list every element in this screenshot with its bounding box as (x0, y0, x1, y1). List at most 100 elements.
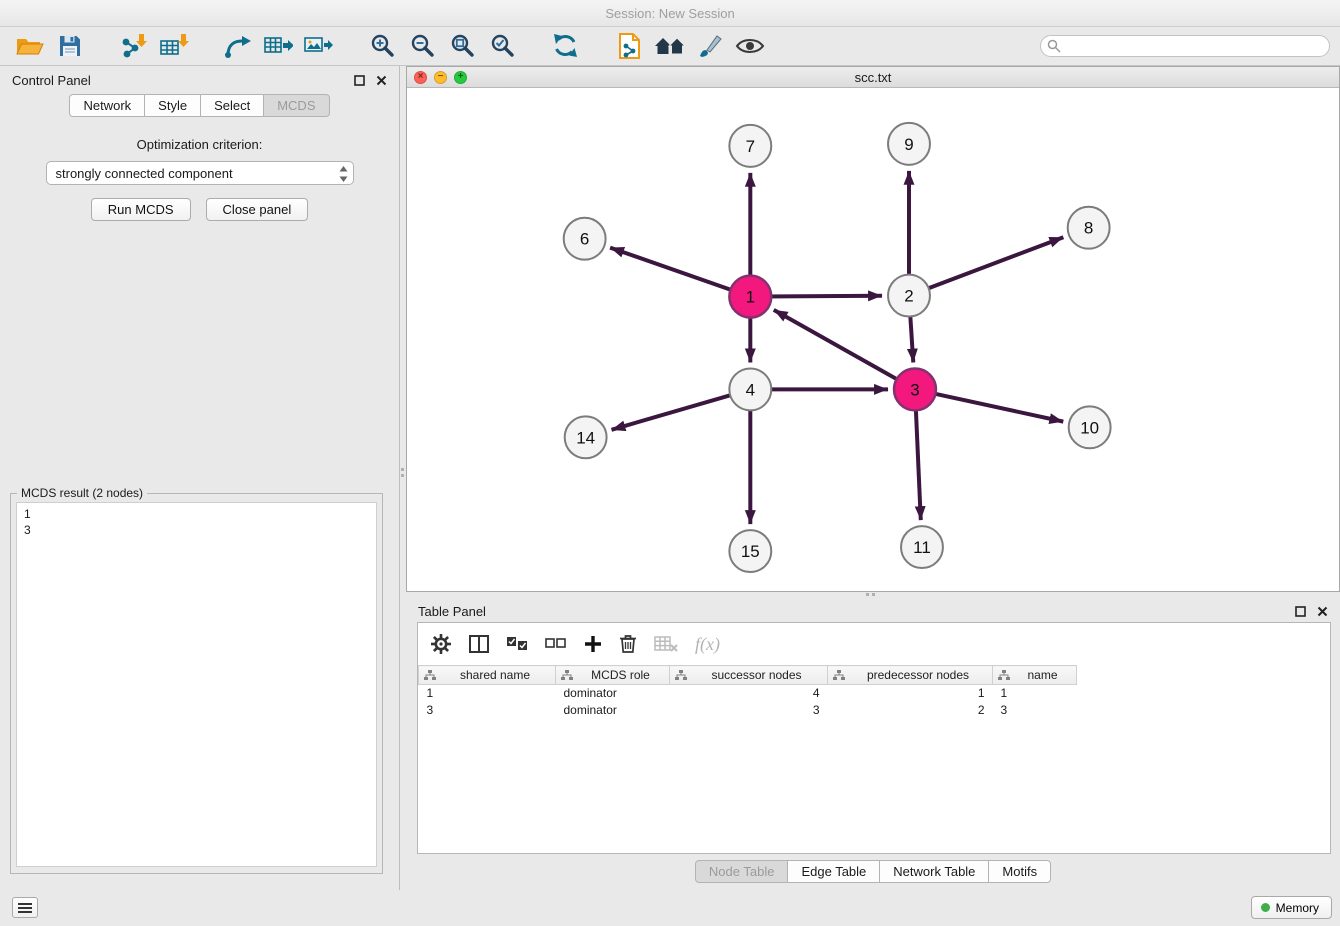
table-cell[interactable]: dominator (556, 685, 670, 702)
tab-motifs[interactable]: Motifs (988, 860, 1051, 883)
table-panel-tabs: Node TableEdge TableNetwork TableMotifs (406, 860, 1340, 883)
edge-3-10[interactable] (915, 389, 1063, 421)
tab-mcds[interactable]: MCDS (263, 94, 329, 117)
table-cell[interactable]: 3 (419, 702, 556, 719)
svg-text:10: 10 (1080, 418, 1099, 437)
show-hide-button[interactable] (730, 30, 770, 63)
run-mcds-button[interactable]: Run MCDS (91, 198, 191, 221)
table-row[interactable]: 1dominator411 (419, 685, 1077, 702)
column-header-shared-name[interactable]: shared name (419, 666, 556, 685)
deselect-all-icon (545, 636, 567, 652)
column-header-name[interactable]: name (993, 666, 1077, 685)
float-panel-icon[interactable] (354, 75, 365, 86)
home-network-button[interactable] (650, 30, 690, 63)
table-cell[interactable]: 3 (993, 702, 1077, 719)
table-cell[interactable]: 2 (828, 702, 993, 719)
edge-3-1[interactable] (774, 310, 915, 390)
criterion-dropdown[interactable]: strongly connected component (46, 161, 354, 185)
table-cell[interactable]: dominator (556, 702, 670, 719)
tab-style[interactable]: Style (144, 94, 201, 117)
table-cell[interactable]: 3 (670, 702, 828, 719)
select-all-button[interactable] (506, 636, 528, 652)
node-8[interactable]: 8 (1068, 207, 1110, 249)
control-panel-tabs: NetworkStyleSelectMCDS (0, 94, 399, 117)
minimize-window-button[interactable]: − (434, 71, 447, 84)
node-7[interactable]: 7 (729, 125, 771, 167)
column-layout-button[interactable] (469, 635, 489, 653)
close-table-panel-icon[interactable] (1317, 606, 1328, 617)
edge-1-6[interactable] (610, 248, 750, 297)
memory-button[interactable]: Memory (1251, 896, 1332, 919)
save-session-button[interactable] (50, 30, 90, 63)
export-network-button[interactable] (218, 30, 258, 63)
node-4[interactable]: 4 (729, 368, 771, 410)
tab-node-table[interactable]: Node Table (695, 860, 789, 883)
search-input[interactable] (1040, 35, 1330, 57)
deselect-all-button[interactable] (545, 636, 567, 652)
open-session-page-button[interactable] (610, 30, 650, 63)
zoom-selected-button[interactable] (482, 30, 522, 63)
delete-column-button[interactable] (619, 634, 637, 654)
table-panel-title: Table Panel (418, 604, 486, 619)
add-column-button[interactable] (584, 635, 602, 653)
node-14[interactable]: 14 (565, 416, 607, 458)
node-1[interactable]: 1 (729, 276, 771, 318)
network-canvas[interactable]: 1 2 3 4 6 7 8 9 10 11 14 15 (407, 88, 1339, 591)
table-row[interactable]: 3dominator323 (419, 702, 1077, 719)
node-table: shared nameMCDS rolesuccessor nodesprede… (418, 665, 1077, 719)
node-6[interactable]: 6 (564, 218, 606, 260)
zoom-in-button[interactable] (362, 30, 402, 63)
refresh-network-button[interactable] (546, 30, 586, 63)
float-table-panel-icon[interactable] (1295, 606, 1306, 617)
automation-panel-button[interactable] (12, 897, 38, 918)
zoom-fit-button[interactable] (442, 30, 482, 63)
tab-select[interactable]: Select (200, 94, 264, 117)
tab-network-table[interactable]: Network Table (879, 860, 989, 883)
import-network-button[interactable] (114, 30, 154, 63)
node-3[interactable]: 3 (894, 368, 936, 410)
node-11[interactable]: 11 (901, 526, 943, 568)
mcds-result-title: MCDS result (2 nodes) (17, 486, 147, 500)
open-file-button[interactable] (10, 30, 50, 63)
export-image-button[interactable] (298, 30, 338, 63)
table-settings-button[interactable] (430, 633, 452, 655)
main-toolbar (0, 27, 1340, 66)
svg-text:14: 14 (576, 428, 595, 447)
export-table-button[interactable] (258, 30, 298, 63)
tab-edge-table[interactable]: Edge Table (787, 860, 880, 883)
svg-text:15: 15 (741, 542, 760, 561)
table-panel-header: Table Panel (406, 597, 1340, 625)
column-tree-icon (561, 670, 573, 684)
import-table-button[interactable] (154, 30, 194, 63)
network-window-titlebar[interactable]: × − + scc.txt (407, 67, 1339, 88)
table-panel: Table Panel (406, 597, 1340, 890)
apply-style-button[interactable] (690, 30, 730, 63)
table-cell[interactable]: 1 (419, 685, 556, 702)
node-15[interactable]: 15 (729, 530, 771, 572)
table-cell[interactable]: 1 (993, 685, 1077, 702)
mcds-result-list[interactable]: 13 (16, 502, 377, 867)
svg-text:4: 4 (746, 380, 755, 399)
columns-icon (469, 635, 489, 653)
delete-table-button[interactable] (654, 635, 678, 653)
column-tree-icon (675, 670, 687, 684)
apply-function-button[interactable]: f(x) (695, 634, 720, 655)
node-10[interactable]: 10 (1069, 406, 1111, 448)
edge-2-8[interactable] (909, 237, 1063, 295)
tab-network[interactable]: Network (69, 94, 145, 117)
network-window-title: scc.txt (855, 70, 892, 85)
column-header-mcds-role[interactable]: MCDS role (556, 666, 670, 685)
close-window-button[interactable]: × (414, 71, 427, 84)
fx-icon: f(x) (695, 634, 720, 655)
close-panel-icon[interactable] (376, 75, 387, 86)
zoom-out-button[interactable] (402, 30, 442, 63)
table-cell[interactable]: 1 (828, 685, 993, 702)
column-header-predecessor-nodes[interactable]: predecessor nodes (828, 666, 993, 685)
node-9[interactable]: 9 (888, 123, 930, 165)
close-panel-button[interactable]: Close panel (206, 198, 309, 221)
node-2[interactable]: 2 (888, 275, 930, 317)
column-header-successor-nodes[interactable]: successor nodes (670, 666, 828, 685)
maximize-window-button[interactable]: + (454, 71, 467, 84)
column-label: name (1027, 668, 1057, 682)
table-cell[interactable]: 4 (670, 685, 828, 702)
